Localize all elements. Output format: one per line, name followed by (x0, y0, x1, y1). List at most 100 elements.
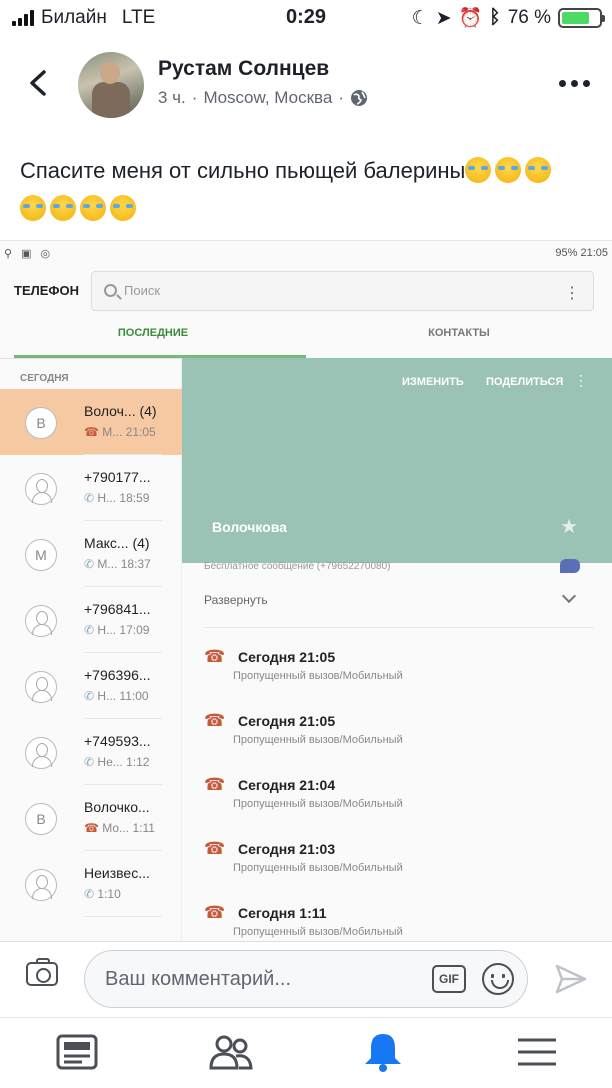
call-time: 11:00 (119, 689, 149, 703)
list-item[interactable]: В Волоч... (4) ☎ М... 21:05 (0, 389, 182, 455)
call-time: 1:11 (132, 821, 155, 835)
free-message[interactable]: Бесплатное сообщение (+79652270080) (204, 561, 390, 572)
list-item[interactable]: Неизвес... ✆ 1:10 (0, 851, 182, 917)
call-time: 1:10 (97, 887, 121, 901)
kebab-menu-icon[interactable]: ⋮ (574, 372, 588, 389)
missed-call-icon: ☎ (204, 711, 226, 730)
call-desc: Пропущенный вызов/Мобильный (233, 734, 403, 746)
send-icon[interactable] (554, 962, 588, 996)
missed-call-icon: ☎ (84, 425, 99, 439)
call-type: М... (97, 557, 118, 571)
share-button[interactable]: ПОДЕЛИТЬСЯ (486, 376, 563, 388)
friends-icon[interactable] (206, 1030, 256, 1074)
call-type: Мо... (102, 821, 130, 835)
bell-icon[interactable] (358, 1030, 408, 1074)
status-icons: ☾ ➤ ⏰ ᛒ 76 % (411, 6, 605, 30)
avatar (25, 869, 57, 901)
missed-call-icon: ☎ (204, 775, 226, 794)
avatar (25, 473, 57, 505)
avatar: В (25, 803, 57, 835)
android-status-right: 95% 21:05 (555, 247, 608, 259)
call-desc: Пропущенный вызов/Мобильный (233, 926, 403, 938)
message-icon[interactable] (560, 559, 580, 573)
author-name[interactable]: Рустам Солнцев (158, 57, 329, 81)
contact-name: +749593... (84, 733, 151, 749)
contact-header: ИЗМЕНИТЬ ПОДЕЛИТЬСЯ ⋮ Волочкова ★ (182, 358, 612, 563)
bluetooth-icon: ᛒ (489, 7, 501, 28)
more-horizontal-icon[interactable] (559, 80, 590, 87)
call-desc: Пропущенный вызов/Мобильный (233, 862, 403, 874)
list-item[interactable]: М Макс... (4) ✆ М... 18:37 (0, 521, 182, 587)
battery-icon (558, 8, 605, 28)
menu-icon[interactable] (512, 1030, 562, 1074)
call-time: 17:09 (119, 623, 150, 637)
location-icon: ➤ (435, 7, 452, 29)
phone-icon: ✆ (84, 755, 95, 769)
missed-call-icon: ☎ (84, 821, 99, 835)
phone-icon: ✆ (84, 491, 95, 505)
moon-icon: ☾ (411, 7, 429, 29)
call-type: Н... (97, 491, 117, 505)
camera-icon[interactable] (26, 958, 58, 986)
avatar (25, 737, 57, 769)
tab-recent[interactable]: ПОСЛЕДНИЕ (0, 327, 306, 339)
phone-icon: ✆ (84, 623, 95, 637)
missed-call-icon: ☎ (204, 647, 226, 666)
search-icon (104, 284, 117, 297)
call-count: (4) (132, 535, 150, 551)
call-count: (4) (139, 403, 157, 419)
call-history-item[interactable]: ☎ Сегодня 21:05 Пропущенный вызов/Мобильны… (204, 705, 604, 769)
tears-of-joy-emoji (20, 195, 140, 221)
emoji-icon[interactable] (482, 963, 514, 995)
globe-icon (351, 90, 368, 106)
list-item[interactable]: +790177... ✆ Н... 18:59 (0, 455, 182, 521)
expand-link[interactable]: Развернуть (204, 593, 268, 607)
battery-percent: 76 % (507, 7, 551, 28)
news-feed-icon[interactable] (52, 1030, 102, 1074)
call-history-item[interactable]: ☎ Сегодня 21:03 Пропущенный вызов/Мобильны… (204, 833, 604, 897)
call-title: Сегодня 21:03 (238, 841, 336, 857)
tab-contacts[interactable]: КОНТАКТЫ (306, 327, 612, 339)
chevron-down-icon[interactable] (561, 588, 577, 604)
kebab-menu-icon[interactable]: ⋮ (564, 283, 580, 303)
call-desc: Пропущенный вызов/Мобильный (233, 670, 403, 682)
chevron-left-icon[interactable] (26, 70, 52, 96)
call-title: Сегодня 1:11 (238, 905, 327, 921)
avatar[interactable] (78, 52, 144, 118)
list-item[interactable]: +796841... ✆ Н... 17:09 (0, 587, 182, 653)
phone-icon: ✆ (84, 557, 95, 571)
contact-name: Волоч... (84, 403, 136, 419)
gif-icon[interactable]: GIF (432, 965, 466, 993)
call-time: 1:12 (126, 755, 150, 769)
post-body: Спасите меня от сильно пьющей балерины (20, 158, 466, 183)
call-time: 18:37 (120, 557, 151, 571)
list-item[interactable]: В Волочко... ☎ Мо... 1:11 (0, 785, 182, 851)
section-header: СЕГОДНЯ (20, 373, 69, 384)
notification-icons: ⚲ ▣ ◎ (4, 248, 54, 260)
call-time: 18:59 (119, 491, 150, 505)
post-time[interactable]: 3 ч. (158, 88, 186, 108)
edit-button[interactable]: ИЗМЕНИТЬ (402, 376, 464, 388)
call-desc: Пропущенный вызов/Мобильный (233, 798, 403, 810)
search-placeholder: Поиск (124, 283, 161, 298)
post-location[interactable]: Moscow, Москва (203, 88, 332, 108)
contact-name: +796396... (84, 667, 151, 683)
avatar: В (25, 407, 57, 439)
contact-name: Волочкова (212, 519, 287, 535)
call-history-item[interactable]: ☎ Сегодня 1:11 Пропущенный вызов/Мобильный (204, 897, 604, 941)
call-time: 21:05 (125, 425, 156, 439)
phone-icon: ✆ (84, 887, 95, 901)
star-icon[interactable]: ★ (560, 514, 578, 539)
call-history-item[interactable]: ☎ Сегодня 21:05 Пропущенный вызов/Мобильны… (204, 641, 604, 705)
search-input[interactable]: Поиск ⋮ (91, 271, 594, 311)
list-item[interactable]: +749593... ✆ Не... 1:12 (0, 719, 182, 785)
status-bar: Билайн LTE 0:29 ☾ ➤ ⏰ ᛒ 76 % (0, 0, 612, 36)
call-history-item[interactable]: ☎ Сегодня 21:04 Пропущенный вызов/Мобильны… (204, 769, 604, 833)
contact-name: Макс... (84, 535, 129, 551)
call-type: Не... (97, 755, 123, 769)
avatar: М (25, 539, 57, 571)
comment-placeholder: Ваш комментарий... (105, 968, 292, 990)
attached-screenshot[interactable]: ⚲ ▣ ◎ 95% 21:05 ТЕЛЕФОН Поиск ⋮ ПОСЛЕДНИ… (0, 240, 612, 941)
post-text: Спасите меня от сильно пьющей балерины (20, 152, 600, 228)
list-item[interactable]: +796396... ✆ Н... 11:00 (0, 653, 182, 719)
